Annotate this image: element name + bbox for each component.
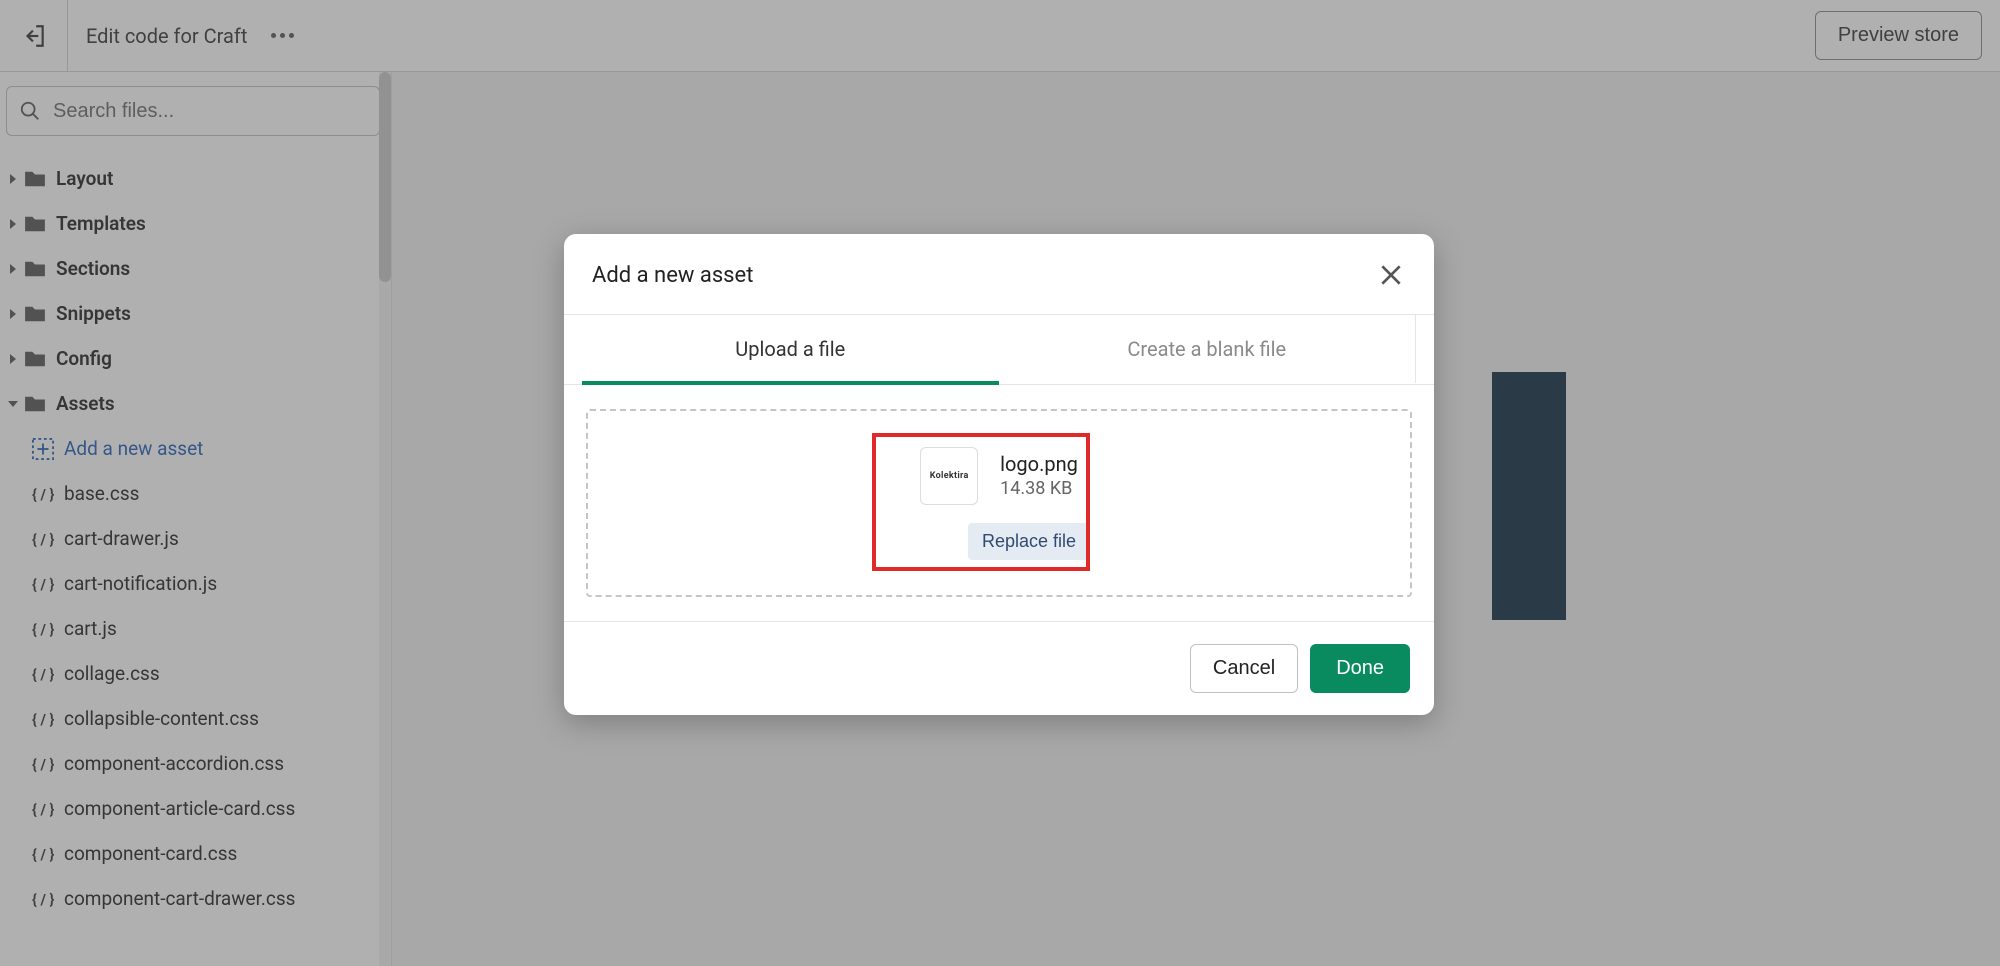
tab-upload-file[interactable]: Upload a file: [582, 315, 999, 385]
file-thumbnail: Kolektira: [920, 447, 978, 505]
replace-file-button[interactable]: Replace file: [968, 523, 1090, 560]
done-button[interactable]: Done: [1310, 644, 1410, 693]
file-name: logo.png: [1000, 452, 1078, 476]
upload-dropzone[interactable]: Kolektira logo.png 14.38 KB Replace file: [586, 409, 1412, 597]
cancel-button[interactable]: Cancel: [1190, 644, 1298, 693]
modal-title: Add a new asset: [592, 263, 753, 288]
add-asset-modal: Add a new asset Upload a file Create a b…: [564, 234, 1434, 715]
file-size: 14.38 KB: [1000, 478, 1078, 499]
modal-footer: Cancel Done: [564, 621, 1434, 715]
close-modal-button[interactable]: [1374, 258, 1408, 292]
uploaded-file-block: Kolektira logo.png 14.38 KB Replace file: [908, 447, 1090, 560]
thumb-label: Kolektira: [930, 471, 969, 481]
tab-create-blank[interactable]: Create a blank file: [999, 315, 1416, 384]
modal-tabs: Upload a file Create a blank file: [564, 315, 1434, 385]
modal-header: Add a new asset: [564, 234, 1434, 315]
close-icon: [1378, 262, 1404, 288]
